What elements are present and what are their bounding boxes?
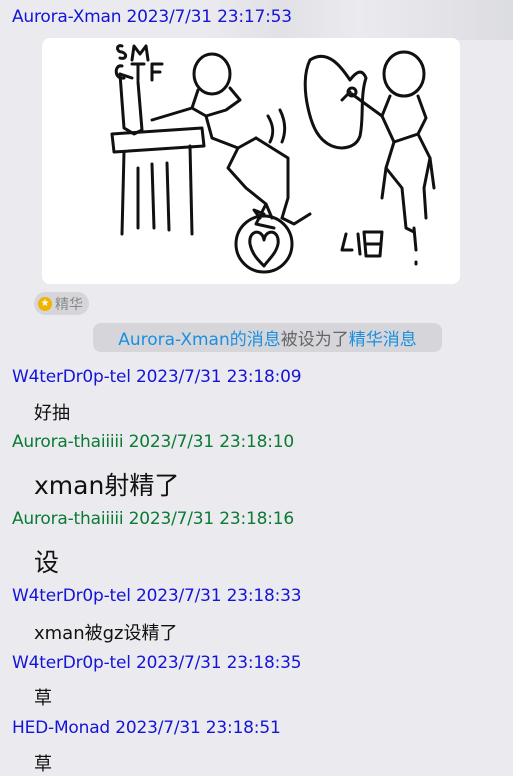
message-header: Aurora-thaiiiii 2023/7/31 23:18:10 [12,432,294,452]
star-icon: ★ [38,296,52,311]
notice-message-link[interactable]: Aurora-Xman的消息 [118,325,281,350]
timestamp: 2023/7/31 23:17:53 [126,7,293,27]
message-text[interactable]: xman被gz设精了 [34,619,178,645]
sender-name[interactable]: W4terDr0p-tel [12,367,131,387]
timestamp: 2023/7/31 23:18:09 [136,367,302,387]
sender-name[interactable]: W4terDr0p-tel [12,653,131,673]
message-header: Aurora-Xman 2023/7/31 23:17:53 [12,7,292,27]
message-text[interactable]: xman射精了 [34,466,179,502]
message-header: W4terDr0p-tel 2023/7/31 23:18:33 [12,586,302,606]
message-text[interactable]: 草 [34,684,52,710]
message-header: HED-Monad 2023/7/31 23:18:51 [12,718,281,738]
message-header: W4terDr0p-tel 2023/7/31 23:18:09 [12,367,302,387]
timestamp: 2023/7/31 23:18:51 [115,718,281,738]
notice-text: 被设为了 [280,330,349,350]
sketch-drawing [110,44,436,274]
system-notice: Aurora-Xman的消息 被设为了 精华消息 [93,323,442,352]
notice-highlight-link[interactable]: 精华消息 [349,325,417,350]
message-header: Aurora-thaiiiii 2023/7/31 23:18:16 [12,509,294,529]
sender-name[interactable]: Aurora-thaiiiii [12,432,124,452]
timestamp: 2023/7/31 23:18:33 [136,586,302,606]
message-text[interactable]: 设 [34,543,59,579]
sender-name[interactable]: Aurora-thaiiiii [12,509,124,529]
timestamp: 2023/7/31 23:18:16 [128,509,295,529]
message-text[interactable]: 草 [34,750,52,776]
timestamp: 2023/7/31 23:18:10 [128,432,295,452]
timestamp: 2023/7/31 23:18:35 [136,653,302,673]
highlight-badge[interactable]: ★ 精华 [34,292,89,315]
message-image[interactable] [42,38,460,284]
sender-name[interactable]: HED-Monad [12,718,110,738]
sender-name[interactable]: Aurora-Xman [12,7,122,27]
message-header: W4terDr0p-tel 2023/7/31 23:18:35 [12,653,302,673]
sender-name[interactable]: W4terDr0p-tel [12,586,131,606]
message-text[interactable]: 好抽 [34,399,70,425]
badge-label: 精华 [55,296,83,313]
